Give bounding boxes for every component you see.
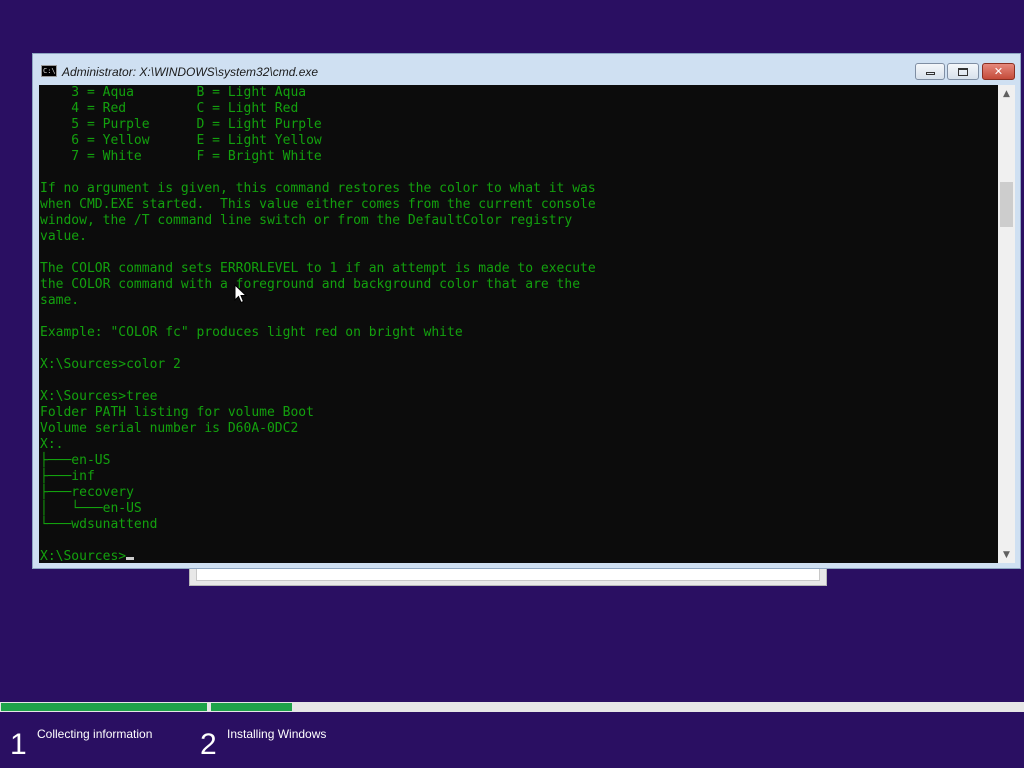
progress-segment-installing xyxy=(211,703,1022,711)
maximize-icon xyxy=(958,67,968,76)
console-prompt: X:\Sources> xyxy=(40,549,127,563)
minimize-button[interactable] xyxy=(915,63,945,80)
step-label: Collecting information xyxy=(37,727,153,741)
vertical-scrollbar[interactable]: ▲ ▼ xyxy=(998,85,1015,563)
text-cursor xyxy=(126,557,135,560)
chevron-down-icon: ▼ xyxy=(1003,549,1010,560)
step-number: 1 xyxy=(10,728,27,761)
step-number: 2 xyxy=(200,728,217,761)
close-button[interactable]: ✕ xyxy=(982,63,1015,80)
maximize-button[interactable] xyxy=(947,63,979,80)
scroll-down-button[interactable]: ▼ xyxy=(998,546,1015,563)
close-icon: ✕ xyxy=(993,65,1004,78)
chevron-up-icon: ▲ xyxy=(1003,88,1010,99)
scroll-thumb[interactable] xyxy=(1000,182,1013,227)
console-window[interactable]: C:\ Administrator: X:\WINDOWS\system32\c… xyxy=(32,53,1021,569)
minimize-icon xyxy=(925,72,935,75)
mouse-pointer-icon xyxy=(234,284,248,304)
title-bar[interactable]: C:\ Administrator: X:\WINDOWS\system32\c… xyxy=(33,54,1020,86)
console-output-area[interactable]: 3 = Aqua B = Light Aqua 4 = Red C = Ligh… xyxy=(39,85,1015,563)
cmd-icon: C:\ xyxy=(41,65,57,77)
setup-progress-bar xyxy=(0,702,1024,712)
progress-fill-installing xyxy=(211,703,293,711)
console-output: 3 = Aqua B = Light Aqua 4 = Red C = Ligh… xyxy=(40,85,596,563)
window-title: Administrator: X:\WINDOWS\system32\cmd.e… xyxy=(62,65,319,79)
step-label: Installing Windows xyxy=(227,727,327,741)
console-history: 3 = Aqua B = Light Aqua 4 = Red C = Ligh… xyxy=(40,85,596,532)
progress-segment-collecting xyxy=(1,703,207,711)
scroll-up-button[interactable]: ▲ xyxy=(998,85,1015,102)
progress-fill-collecting xyxy=(1,703,207,711)
